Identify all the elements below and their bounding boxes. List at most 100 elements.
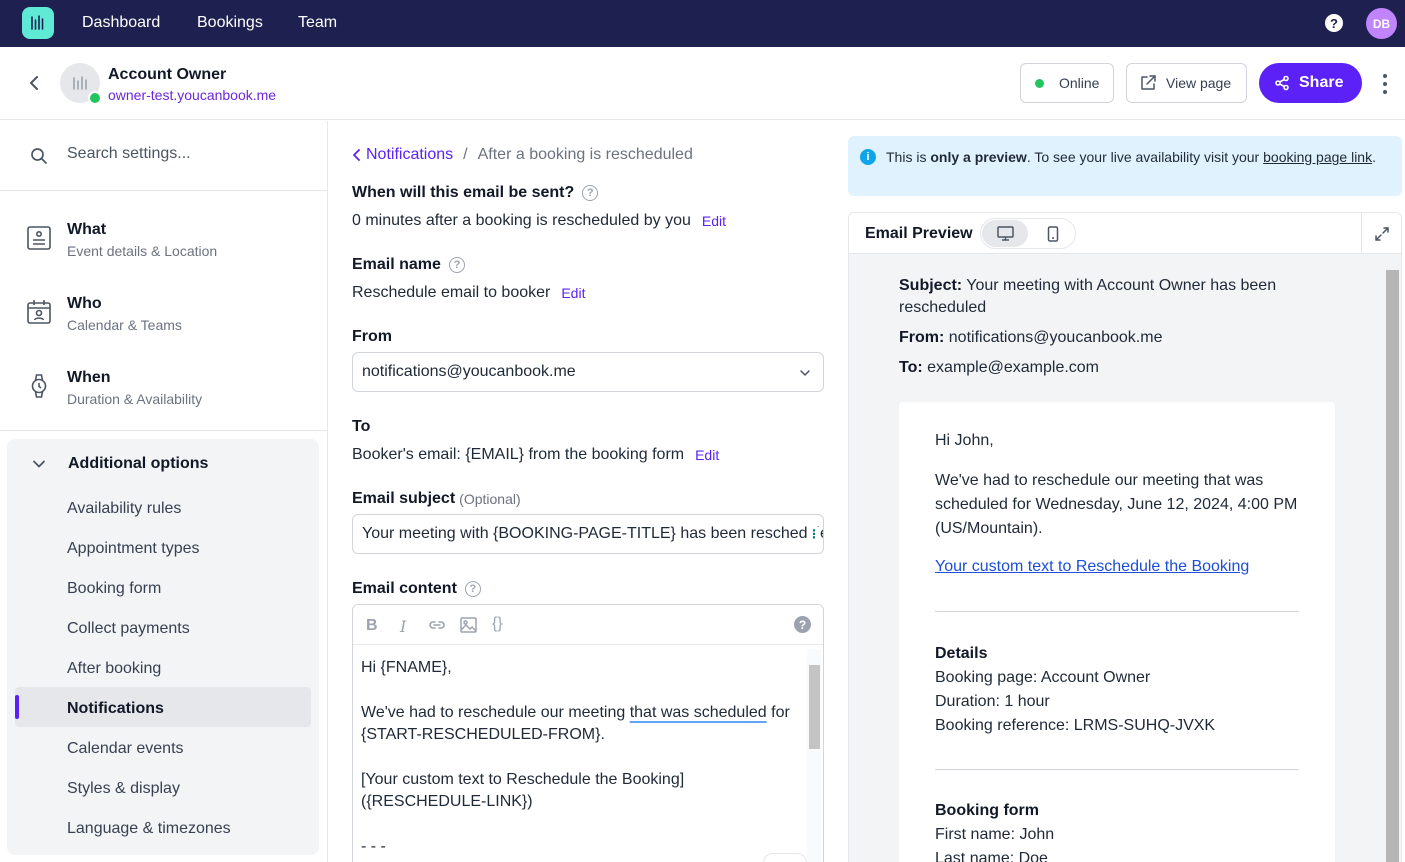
image-icon[interactable] <box>460 617 477 633</box>
sidebar-item-subtitle: Duration & Availability <box>67 391 203 407</box>
content-text: that was scheduled <box>629 704 767 721</box>
preview-scrollbar[interactable] <box>1386 270 1399 862</box>
sidebar-item-title: Who <box>67 295 102 312</box>
active-item-indicator <box>15 695 19 719</box>
email-name-label-text: Email name <box>352 256 441 273</box>
editor-help-icon[interactable]: ? <box>794 616 811 633</box>
sidebar-item-appointment-types[interactable]: Appointment types <box>67 540 200 558</box>
nav-team[interactable]: Team <box>298 14 337 32</box>
preview-subject: Subject: Your meeting with Account Owner… <box>899 275 1319 319</box>
to-value: example@example.com <box>927 359 1100 376</box>
account-name: Account Owner <box>108 66 227 83</box>
calendar-user-icon <box>27 300 51 324</box>
form-field-line: Last name: Doe <box>935 850 1048 862</box>
reschedule-link[interactable]: Your custom text to Reschedule the Booki… <box>935 558 1249 576</box>
divider <box>935 611 1299 612</box>
device-toggle <box>980 218 1076 249</box>
sidebar-item-styles-display[interactable]: Styles & display <box>67 780 180 798</box>
when-sent-label: When will this email be sent? ? <box>352 184 599 202</box>
link-icon[interactable] <box>428 618 446 632</box>
editor-scrollbar-thumb[interactable] <box>809 665 820 749</box>
online-label: Online <box>1059 75 1100 91</box>
sidebar-item-subtitle: Event details & Location <box>67 243 218 259</box>
sidebar-item-collect-payments[interactable]: Collect payments <box>67 620 190 638</box>
italic-icon[interactable]: I <box>400 617 406 636</box>
additional-options-label: Additional options <box>68 455 209 472</box>
to-label: To <box>352 418 370 436</box>
view-page-label: View page <box>1166 75 1232 91</box>
back-arrow-icon[interactable] <box>24 73 44 93</box>
grammarly-badge-icon[interactable] <box>763 853 807 862</box>
expand-preview-button[interactable] <box>1361 213 1401 254</box>
divider <box>935 769 1299 770</box>
desktop-view-button[interactable] <box>982 220 1028 247</box>
share-label: Share <box>1299 74 1344 91</box>
online-status-dot <box>88 91 102 105</box>
from-label: From <box>352 328 392 346</box>
mobile-view-button[interactable] <box>1031 220 1075 247</box>
settings-sidebar: What Event details & Location Who Calend… <box>0 121 328 862</box>
share-button[interactable]: Share <box>1259 63 1362 103</box>
edit-to-link[interactable]: Edit <box>695 447 719 463</box>
email-subject-input[interactable]: Your meeting with {BOOKING-PAGE-TITLE} h… <box>352 514 824 554</box>
nav-dashboard[interactable]: Dashboard <box>82 14 160 32</box>
from-select[interactable]: notifications@youcanbook.me <box>352 352 824 392</box>
sidebar-item-language-timezones[interactable]: Language & timezones <box>67 820 231 838</box>
help-icon[interactable]: ? <box>1325 14 1343 32</box>
sidebar-item-after-booking[interactable]: After booking <box>67 660 161 678</box>
search-input[interactable] <box>67 145 307 163</box>
when-sent-label-text: When will this email be sent? <box>352 184 575 201</box>
nav-bookings[interactable]: Bookings <box>197 14 263 32</box>
edit-name-link[interactable]: Edit <box>561 285 585 301</box>
sidebar-item-notifications[interactable]: Notifications <box>67 700 164 718</box>
banner-text: . To see your live availability visit yo… <box>1026 149 1264 165</box>
variable-braces-icon[interactable]: {} <box>492 615 503 633</box>
preview-from: From: notifications@youcanbook.me <box>899 327 1319 349</box>
email-content-label-text: Email content <box>352 580 457 597</box>
to-label-text: To <box>352 418 371 435</box>
from-value: notifications@youcanbook.me <box>948 329 1163 346</box>
content-line: - - - <box>361 838 386 855</box>
email-content-editor[interactable]: B I {} ? Hi {FNAME}, We've had to resche… <box>352 604 824 862</box>
external-link-icon <box>1141 75 1156 90</box>
to-text: Booker's email: {EMAIL} from the booking… <box>352 446 685 463</box>
page-header: Account Owner owner-test.youcanbook.me O… <box>0 47 1405 120</box>
additional-options-toggle[interactable]: Additional options <box>31 455 208 473</box>
email-name-text: Reschedule email to booker <box>352 284 551 301</box>
view-page-button[interactable]: View page <box>1126 63 1247 103</box>
account-url-link[interactable]: owner-test.youcanbook.me <box>108 87 276 103</box>
insert-variable-icon[interactable]: ⋮ <box>808 527 820 543</box>
app-logo-icon[interactable] <box>22 7 54 39</box>
sidebar-item-booking-form[interactable]: Booking form <box>67 580 161 598</box>
form-field-line: First name: John <box>935 826 1055 843</box>
optional-tag: (Optional) <box>459 491 521 507</box>
booking-page-link[interactable]: booking page link <box>1263 149 1372 165</box>
sidebar-item-availability-rules[interactable]: Availability rules <box>67 500 181 518</box>
expand-icon <box>1374 226 1389 241</box>
help-circle-icon[interactable]: ? <box>448 257 465 273</box>
sidebar-item-who[interactable]: Who Calendar & Teams <box>0 275 327 347</box>
top-navbar: Dashboard Bookings Team ? DB <box>0 0 1405 47</box>
sidebar-item-calendar-events[interactable]: Calendar events <box>67 740 184 758</box>
details-heading: Details <box>935 645 988 662</box>
content-text: We've had to reschedule our meeting <box>361 704 630 721</box>
edit-when-link[interactable]: Edit <box>702 213 726 229</box>
help-circle-icon[interactable]: ? <box>582 185 599 201</box>
chevron-down-icon <box>33 460 45 468</box>
user-avatar[interactable]: DB <box>1366 8 1397 39</box>
help-circle-icon[interactable]: ? <box>464 581 481 597</box>
more-options-icon[interactable] <box>1380 74 1390 94</box>
from-select-value: notifications@youcanbook.me <box>362 363 576 380</box>
chevron-left-icon <box>353 149 360 161</box>
email-preview-panel: Email Preview Subject: Your meeting with… <box>848 212 1402 862</box>
account-logo-icon <box>73 76 87 90</box>
sidebar-item-what[interactable]: What Event details & Location <box>0 201 327 273</box>
email-greeting: Hi John, <box>935 432 994 449</box>
sidebar-item-when[interactable]: When Duration & Availability <box>0 349 327 421</box>
chevron-down-icon <box>800 370 810 376</box>
bold-icon[interactable]: B <box>366 617 378 635</box>
additional-options-panel: Additional options Availability rules Ap… <box>7 439 319 855</box>
online-status-button[interactable]: Online <box>1020 63 1114 103</box>
breadcrumb: Notifications / After a booking is resch… <box>352 146 693 164</box>
breadcrumb-notifications-link[interactable]: Notifications <box>366 146 453 164</box>
